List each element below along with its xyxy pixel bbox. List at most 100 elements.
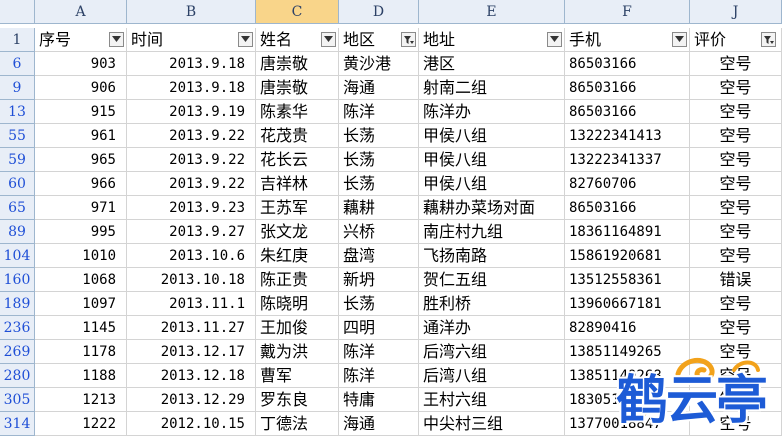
cell-time[interactable]: 2013.12.18: [127, 364, 256, 388]
cell-time[interactable]: 2013.10.6: [127, 244, 256, 268]
cell-seq[interactable]: 915: [35, 100, 127, 124]
row-number[interactable]: 314: [0, 412, 35, 436]
cell-name[interactable]: 陈正贵: [256, 268, 339, 292]
cell-phone[interactable]: 13770018847: [565, 412, 690, 436]
cell-name[interactable]: 王加俊: [256, 316, 339, 340]
column-header-d[interactable]: D: [339, 0, 419, 24]
cell-address[interactable]: 甲侯八组: [419, 124, 565, 148]
cell-region[interactable]: 长荡: [339, 292, 419, 316]
cell-rating[interactable]: 空号: [690, 412, 782, 436]
column-header-f[interactable]: F: [565, 0, 690, 24]
cell-name[interactable]: 唐崇敬: [256, 52, 339, 76]
cell-address[interactable]: 贺仁五组: [419, 268, 565, 292]
cell-name[interactable]: 朱红庚: [256, 244, 339, 268]
row-number[interactable]: 236: [0, 316, 35, 340]
cell-rating[interactable]: 空号: [690, 148, 782, 172]
row-number[interactable]: 89: [0, 220, 35, 244]
row-number[interactable]: 65: [0, 196, 35, 220]
cell-phone[interactable]: 13851149265: [565, 340, 690, 364]
cell-rating[interactable]: 空号: [690, 76, 782, 100]
cell-time[interactable]: 2013.9.18: [127, 76, 256, 100]
cell-phone[interactable]: 86503166: [565, 52, 690, 76]
cell-name[interactable]: 罗东良: [256, 388, 339, 412]
cell-time[interactable]: 2013.9.19: [127, 100, 256, 124]
cell-phone[interactable]: 86503166: [565, 76, 690, 100]
cell-phone[interactable]: 13222341337: [565, 148, 690, 172]
select-all-corner[interactable]: [0, 0, 35, 24]
cell-seq[interactable]: 995: [35, 220, 127, 244]
cell-phone[interactable]: 13222341413: [565, 124, 690, 148]
cell-time[interactable]: 2013.9.23: [127, 196, 256, 220]
cell-region[interactable]: 兴桥: [339, 220, 419, 244]
header-cell-region[interactable]: 地区: [339, 28, 419, 52]
cell-seq[interactable]: 1068: [35, 268, 127, 292]
cell-time[interactable]: 2013.12.17: [127, 340, 256, 364]
column-header-j[interactable]: J: [690, 0, 782, 24]
cell-seq[interactable]: 1097: [35, 292, 127, 316]
cell-name[interactable]: 陈素华: [256, 100, 339, 124]
cell-rating[interactable]: 错误: [690, 268, 782, 292]
cell-rating[interactable]: 空号: [690, 244, 782, 268]
cell-rating[interactable]: 空号: [690, 172, 782, 196]
cell-address[interactable]: 藕耕办菜场对面: [419, 196, 565, 220]
row-number[interactable]: 59: [0, 148, 35, 172]
cell-address[interactable]: 陈洋办: [419, 100, 565, 124]
cell-phone[interactable]: 18305147216: [565, 388, 690, 412]
row-number[interactable]: 269: [0, 340, 35, 364]
row-number[interactable]: 60: [0, 172, 35, 196]
row-number[interactable]: 6: [0, 52, 35, 76]
cell-rating[interactable]: 空号: [690, 364, 782, 388]
cell-time[interactable]: 2013.10.18: [127, 268, 256, 292]
cell-seq[interactable]: 906: [35, 76, 127, 100]
filter-active-icon[interactable]: [761, 32, 776, 47]
cell-address[interactable]: 王村六组: [419, 388, 565, 412]
cell-phone[interactable]: 82890416: [565, 316, 690, 340]
cell-region[interactable]: 四明: [339, 316, 419, 340]
cell-phone[interactable]: 82760706: [565, 172, 690, 196]
cell-time[interactable]: 2013.9.18: [127, 52, 256, 76]
cell-region[interactable]: 陈洋: [339, 100, 419, 124]
filter-dropdown-icon[interactable]: [547, 32, 562, 47]
cell-time[interactable]: 2013.9.27: [127, 220, 256, 244]
header-cell-name[interactable]: 姓名: [256, 28, 339, 52]
cell-name[interactable]: 丁德法: [256, 412, 339, 436]
row-number[interactable]: 305: [0, 388, 35, 412]
cell-seq[interactable]: 965: [35, 148, 127, 172]
cell-time[interactable]: 2013.9.22: [127, 172, 256, 196]
cell-region[interactable]: 长荡: [339, 124, 419, 148]
cell-time[interactable]: 2013.9.22: [127, 124, 256, 148]
cell-region[interactable]: 陈洋: [339, 364, 419, 388]
cell-phone[interactable]: 13512558361: [565, 268, 690, 292]
cell-region[interactable]: 新坍: [339, 268, 419, 292]
cell-name[interactable]: 花长云: [256, 148, 339, 172]
column-header-e[interactable]: E: [419, 0, 565, 24]
cell-address[interactable]: 飞扬南路: [419, 244, 565, 268]
filter-dropdown-icon[interactable]: [321, 32, 336, 47]
cell-region[interactable]: 长荡: [339, 148, 419, 172]
cell-rating[interactable]: 空号: [690, 124, 782, 148]
cell-address[interactable]: 甲侯八组: [419, 172, 565, 196]
filter-dropdown-icon[interactable]: [238, 32, 253, 47]
cell-address[interactable]: 后湾八组: [419, 364, 565, 388]
cell-name[interactable]: 曹军: [256, 364, 339, 388]
cell-rating[interactable]: 空号: [690, 340, 782, 364]
cell-seq[interactable]: 1145: [35, 316, 127, 340]
cell-name[interactable]: 花茂贵: [256, 124, 339, 148]
cell-address[interactable]: 胜利桥: [419, 292, 565, 316]
cell-time[interactable]: 2013.11.27: [127, 316, 256, 340]
cell-seq[interactable]: 1178: [35, 340, 127, 364]
cell-rating[interactable]: 空号: [690, 292, 782, 316]
header-cell-rating[interactable]: 评价: [690, 28, 782, 52]
cell-name[interactable]: 王苏军: [256, 196, 339, 220]
cell-rating[interactable]: 空号: [690, 220, 782, 244]
cell-phone[interactable]: 13960667181: [565, 292, 690, 316]
cell-region[interactable]: 长荡: [339, 172, 419, 196]
row-number[interactable]: 280: [0, 364, 35, 388]
cell-rating[interactable]: 错误: [690, 388, 782, 412]
cell-name[interactable]: 陈晓明: [256, 292, 339, 316]
cell-rating[interactable]: 空号: [690, 52, 782, 76]
cell-rating[interactable]: 空号: [690, 196, 782, 220]
cell-phone[interactable]: 13851149268: [565, 364, 690, 388]
cell-address[interactable]: 甲侯八组: [419, 148, 565, 172]
cell-address[interactable]: 通洋办: [419, 316, 565, 340]
